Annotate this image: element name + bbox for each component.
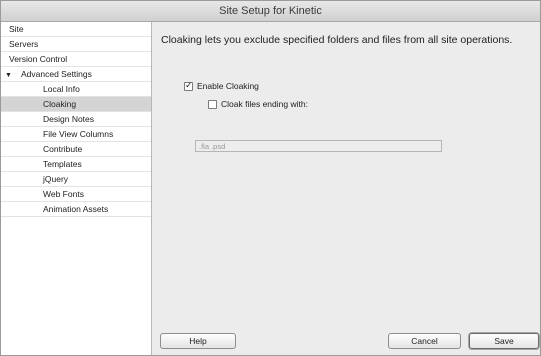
sidebar-item-templates[interactable]: Templates: [1, 157, 151, 172]
sidebar-item-label: Web Fonts: [43, 189, 84, 199]
sidebar-item-site[interactable]: Site: [1, 22, 151, 37]
enable-cloaking-label: Enable Cloaking: [197, 81, 259, 91]
sidebar-item-design-notes[interactable]: Design Notes: [1, 112, 151, 127]
sidebar-item-label: jQuery: [43, 174, 69, 184]
save-button[interactable]: Save: [469, 333, 539, 349]
enable-cloaking-checkbox[interactable]: ✓: [184, 79, 193, 91]
sidebar-item-label: Servers: [9, 39, 39, 49]
sidebar-item-contribute[interactable]: Contribute: [1, 142, 151, 157]
site-setup-dialog: Site Setup for Kinetic Site Servers Vers…: [0, 0, 541, 356]
sidebar-item-label: Version Control: [9, 54, 68, 64]
sidebar-item-jquery[interactable]: jQuery: [1, 172, 151, 187]
sidebar-item-file-view-columns[interactable]: File View Columns: [1, 127, 151, 142]
sidebar-item-label: Animation Assets: [43, 204, 109, 214]
sidebar-item-web-fonts[interactable]: Web Fonts: [1, 187, 151, 202]
sidebar-item-label: Local Info: [43, 84, 80, 94]
sidebar-item-version-control[interactable]: Version Control: [1, 52, 151, 67]
sidebar-item-servers[interactable]: Servers: [1, 37, 151, 52]
sidebar-item-label: Contribute: [43, 144, 83, 154]
cloak-files-row[interactable]: Cloak files ending with:: [208, 99, 308, 109]
sidebar-item-label: Site: [9, 24, 24, 34]
cloak-files-checkbox[interactable]: [208, 99, 217, 109]
settings-panel: Cloaking lets you exclude specified fold…: [152, 22, 540, 355]
enable-cloaking-row[interactable]: ✓ Enable Cloaking: [184, 79, 259, 91]
cancel-button[interactable]: Cancel: [388, 333, 461, 349]
window-title: Site Setup for Kinetic: [1, 1, 540, 22]
sidebar-item-label: Advanced Settings: [21, 69, 92, 79]
sidebar-item-label: File View Columns: [43, 129, 114, 139]
disclosure-triangle-icon[interactable]: ▼: [5, 69, 21, 83]
cloak-extensions-field[interactable]: [195, 140, 442, 152]
sidebar: Site Servers Version Control ▼ Advanced S…: [1, 22, 152, 355]
help-button[interactable]: Help: [160, 333, 236, 349]
sidebar-item-label: Cloaking: [43, 99, 77, 109]
sidebar-item-label: Templates: [43, 159, 82, 169]
sidebar-item-label: Design Notes: [43, 114, 95, 124]
sidebar-item-cloaking[interactable]: Cloaking: [1, 97, 151, 112]
checkmark-icon: ✓: [185, 79, 193, 90]
cloaking-description: Cloaking lets you exclude specified fold…: [161, 34, 513, 46]
sidebar-item-animation-assets[interactable]: Animation Assets: [1, 202, 151, 217]
sidebar-item-local-info[interactable]: Local Info: [1, 82, 151, 97]
sidebar-item-advanced-settings[interactable]: ▼ Advanced Settings: [1, 67, 151, 82]
cloak-files-label: Cloak files ending with:: [221, 99, 308, 109]
